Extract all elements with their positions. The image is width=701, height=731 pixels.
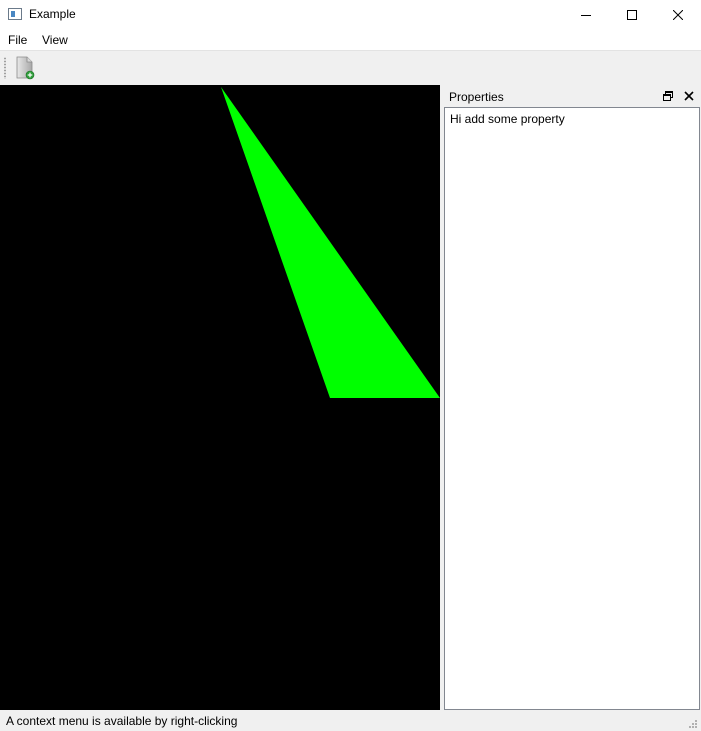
property-text: Hi add some property xyxy=(450,112,565,126)
drawing-canvas[interactable] xyxy=(0,85,440,710)
dock-header[interactable]: Properties xyxy=(443,85,701,107)
new-document-button[interactable] xyxy=(12,54,38,80)
status-message: A context menu is available by right-cli… xyxy=(6,714,238,728)
properties-text-area[interactable]: Hi add some property xyxy=(444,107,700,710)
new-document-icon xyxy=(16,56,35,80)
toolbar xyxy=(0,50,701,84)
dock-close-button[interactable] xyxy=(682,89,696,103)
green-triangle[interactable] xyxy=(221,87,440,398)
dock-title: Properties xyxy=(449,90,504,104)
app-icon xyxy=(8,8,22,20)
toolbar-grip[interactable] xyxy=(4,57,6,79)
resize-grip-icon xyxy=(689,720,697,728)
minimize-icon xyxy=(581,15,591,16)
close-icon xyxy=(684,91,694,101)
canvas-svg xyxy=(221,87,440,398)
float-window-icon xyxy=(663,91,673,101)
status-bar: A context menu is available by right-cli… xyxy=(0,710,701,731)
size-grip[interactable] xyxy=(686,717,698,729)
properties-dock: Properties Hi add some property xyxy=(443,85,701,710)
dock-float-button[interactable] xyxy=(661,89,675,103)
minimize-button[interactable] xyxy=(563,0,609,30)
window-title: Example xyxy=(29,7,76,21)
menu-file[interactable]: File xyxy=(8,33,27,47)
close-button[interactable] xyxy=(655,0,701,30)
maximize-button[interactable] xyxy=(609,0,655,30)
maximize-icon xyxy=(627,10,637,20)
menu-bar: File View xyxy=(0,30,701,50)
main-window: Example File View Properties Hi add some… xyxy=(0,0,701,731)
close-icon xyxy=(673,10,683,20)
menu-view[interactable]: View xyxy=(42,33,68,47)
title-bar[interactable]: Example xyxy=(0,0,701,30)
